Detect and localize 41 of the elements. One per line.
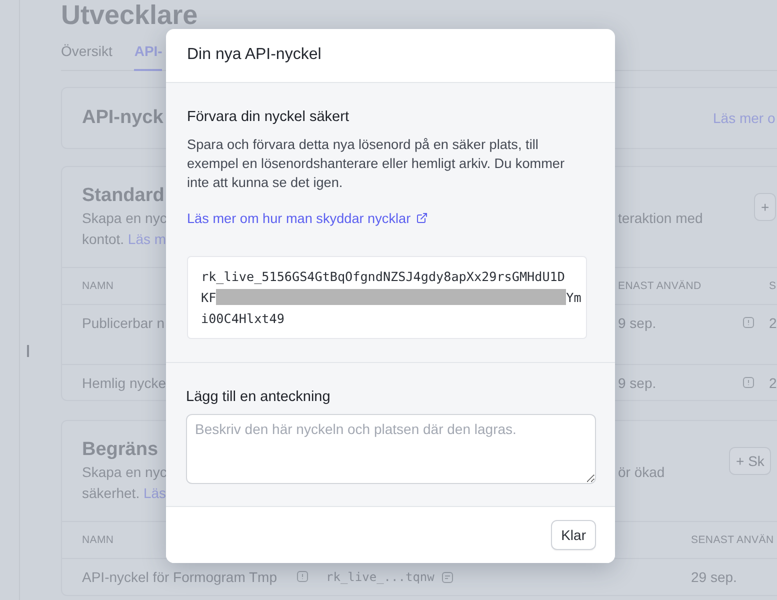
info-icon <box>743 317 754 328</box>
description-text: Skapa en nyc <box>82 209 167 228</box>
column-header: S <box>769 280 776 292</box>
description-text: Skapa en nyc <box>82 463 167 482</box>
description-text: teraktion med <box>618 209 703 228</box>
table-cell-text: 9 sep. <box>618 314 656 331</box>
section-title: Standard <box>82 185 164 207</box>
note-icon[interactable] <box>442 572 454 582</box>
table-cell-text: Publicerbar n <box>82 314 164 331</box>
paragraph: Spara och förvara detta nya lösenord på en säker plats, till exempel en lösenordshanterare eller hemligt arkiv. Du kommer inte att kunna se det igen. <box>187 136 566 192</box>
info-icon <box>297 571 308 582</box>
tab[interactable]: Översikt <box>61 43 112 71</box>
page-title: Utvecklare <box>61 0 199 30</box>
table-cell: 29 sep. <box>691 569 737 585</box>
done-button[interactable]: Klar <box>551 520 596 550</box>
add-button[interactable]: + Sk <box>729 446 772 474</box>
dialog-title: Din nya API-nyckel <box>187 46 322 64</box>
read-more-link[interactable]: Läs mer om hur man skyddar nycklar <box>187 210 428 226</box>
api-key-text: Ym <box>566 290 582 305</box>
note-field[interactable]: Beskriv den här nyckeln och platsen där den lagras. <box>186 414 596 484</box>
section-title: Begräns <box>82 439 158 461</box>
section-title: API-nyck <box>82 107 164 129</box>
column-header: SENAST ANVÄN <box>691 534 774 546</box>
description-text: ör ökad <box>618 463 665 482</box>
external-link-icon <box>416 212 428 224</box>
column-header: NAMN <box>82 534 114 546</box>
info-icon <box>743 376 754 388</box>
table-cell: 2 <box>769 374 777 390</box>
field-label: Lägg till en anteckning <box>186 388 332 405</box>
table-cell-text: 2 <box>769 314 777 331</box>
column-header: ENAST ANVÄND <box>618 280 702 292</box>
api-key-text: i00C4Hlxt49 <box>201 310 284 326</box>
api-key-text: KF <box>201 290 216 305</box>
add-button[interactable]: + <box>754 192 776 220</box>
table-cell: API-nyckel för Formogram Tmp <box>82 569 278 585</box>
table-cell: 9 sep. <box>618 374 656 390</box>
api-key-text: rk_live_...tqnw <box>326 570 434 584</box>
table-cell: Hemlig nycke <box>82 374 166 390</box>
section-heading: Förvara din nyckel säkert <box>187 108 350 125</box>
column-header: NAMN <box>82 280 114 292</box>
api-key-text: rk_live_5156GS4GtBqOfgndNZSJ4gdy8apXx29rsGMHdU1D <box>201 268 565 284</box>
